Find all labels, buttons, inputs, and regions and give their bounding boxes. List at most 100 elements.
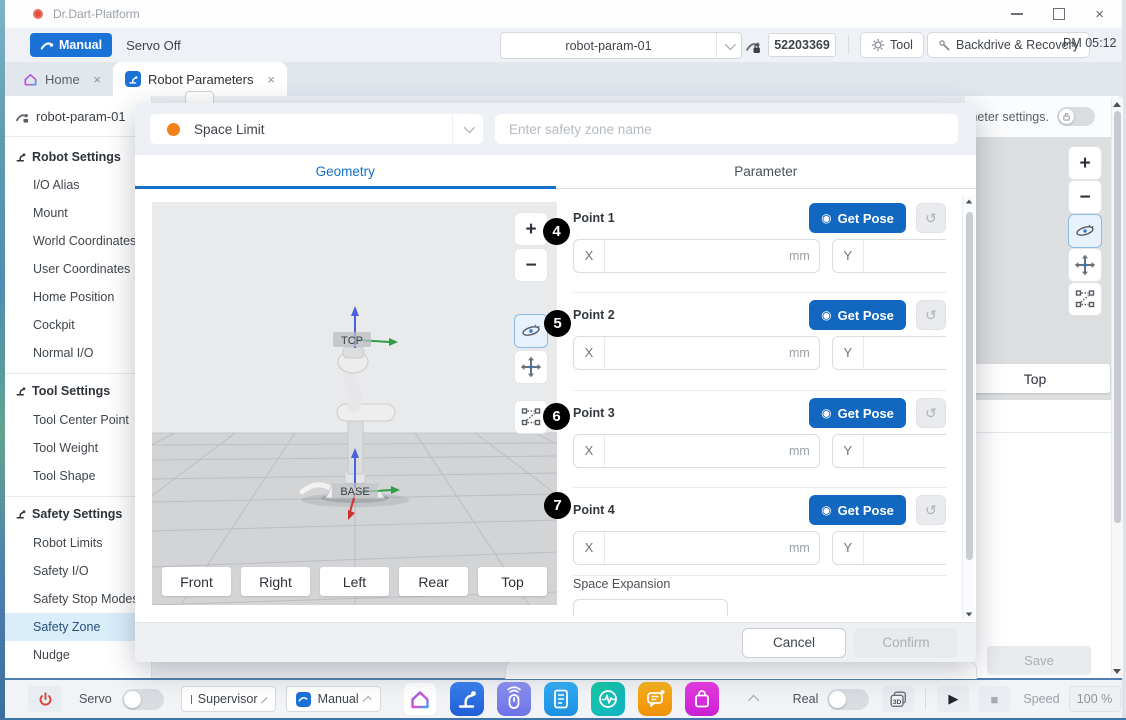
pan-view-button[interactable] xyxy=(1068,248,1102,282)
point-3-y-input[interactable] xyxy=(864,444,946,459)
cancel-button[interactable]: Cancel xyxy=(742,628,846,658)
sidebar-item-home-position[interactable]: Home Position xyxy=(5,283,151,311)
measure-points-button[interactable] xyxy=(1068,282,1102,316)
sidebar-item-tool-weight[interactable]: Tool Weight xyxy=(5,434,151,462)
point-2-reset-button[interactable]: ↺ xyxy=(916,300,946,330)
clock-text: PM 05:12 xyxy=(1063,36,1117,50)
safety-zone-name-input[interactable] xyxy=(495,114,958,144)
close-icon[interactable]: × xyxy=(267,72,275,87)
settings-lock-toggle[interactable] xyxy=(1057,107,1095,126)
tab-home[interactable]: Home × xyxy=(11,62,113,96)
robot-serial-number: 52203369 xyxy=(768,33,836,57)
target-icon: ◉ xyxy=(821,503,831,517)
sidebar-item-cockpit[interactable]: Cockpit xyxy=(5,311,151,339)
close-button[interactable]: × xyxy=(1095,7,1104,22)
maximize-button[interactable] xyxy=(1053,8,1065,20)
point-2-get-pose-button[interactable]: ◉Get Pose xyxy=(809,300,906,330)
tool-button[interactable]: Tool xyxy=(860,32,924,58)
sidebar-item-tool-shape[interactable]: Tool Shape xyxy=(5,462,151,490)
view-top-button[interactable]: Top xyxy=(478,567,547,596)
robot-param-select[interactable]: robot-param-01 xyxy=(500,32,742,59)
dock-monitoring-icon[interactable] xyxy=(591,682,625,716)
view-left-button[interactable]: Left xyxy=(320,567,389,596)
servo-power-button[interactable] xyxy=(28,686,62,712)
dock-log-icon[interactable] xyxy=(638,682,672,716)
point-1-x-input[interactable] xyxy=(605,249,789,264)
sidebar-item-nudge[interactable]: Nudge xyxy=(5,641,151,669)
close-icon[interactable]: × xyxy=(93,72,101,87)
point-1-get-pose-button[interactable]: ◉Get Pose xyxy=(809,203,906,233)
sidebar-item-user-coordinates[interactable]: User Coordinates xyxy=(5,255,151,283)
sidebar-item-mount[interactable]: Mount xyxy=(5,199,151,227)
scrollbar-thumb[interactable] xyxy=(1114,111,1121,523)
scroll-down-icon[interactable] xyxy=(1113,669,1121,674)
zoom-out-button[interactable]: − xyxy=(1068,180,1102,214)
robot-arm-icon xyxy=(15,109,30,124)
manual-mode-button[interactable]: Manual xyxy=(30,33,112,57)
background-view-top-button[interactable]: Top xyxy=(960,364,1110,393)
speed-value[interactable]: 100 % xyxy=(1069,686,1121,712)
play-button[interactable]: ▶ xyxy=(937,686,969,712)
dock-jog-icon[interactable] xyxy=(497,682,531,716)
point-2-x-input[interactable] xyxy=(605,346,789,361)
pan-view-button[interactable] xyxy=(514,350,548,384)
tab-bar: Home × Robot Parameters × xyxy=(5,62,1122,96)
sidebar-item-safety-stop-modes[interactable]: Safety Stop Modes xyxy=(5,585,151,613)
robot-lock-icon xyxy=(745,37,762,54)
dock-robot-params-icon[interactable] xyxy=(450,682,484,716)
zoom-in-button[interactable]: + xyxy=(1068,146,1102,180)
save-button[interactable]: Save xyxy=(987,646,1091,675)
tab-geometry[interactable]: Geometry xyxy=(135,155,556,188)
mode-select[interactable]: Manual xyxy=(286,686,381,712)
view-front-button[interactable]: Front xyxy=(162,567,231,596)
point-4-x-input[interactable] xyxy=(605,541,789,556)
point-4-block: Point 4 ◉Get Pose ↺ Xmm Ymm Zmm xyxy=(573,487,946,565)
zone-type-select[interactable]: Space Limit xyxy=(150,114,483,144)
scroll-up-icon[interactable] xyxy=(1113,102,1121,107)
zoom-out-button[interactable]: − xyxy=(514,248,548,282)
point-1-reset-button[interactable]: ↺ xyxy=(916,203,946,233)
dock-store-icon[interactable] xyxy=(685,682,719,716)
modal-3d-viewport[interactable]: TCP BASE + − xyxy=(152,202,557,605)
sidebar-item-robot-limits[interactable]: Robot Limits xyxy=(5,529,151,557)
point-3-reset-button[interactable]: ↺ xyxy=(916,398,946,428)
point-3-x-input[interactable] xyxy=(605,444,789,459)
page-scrollbar[interactable] xyxy=(1111,98,1123,678)
point-2-y-input[interactable] xyxy=(864,346,946,361)
scroll-down-icon[interactable] xyxy=(966,613,972,617)
role-select[interactable]: Supervisor xyxy=(181,686,276,712)
point-4-y-input[interactable] xyxy=(864,541,946,556)
servo-status-text: Servo Off xyxy=(126,38,181,53)
scroll-up-icon[interactable] xyxy=(966,200,972,204)
dock-home-icon[interactable] xyxy=(403,682,437,716)
point-1-y-input[interactable] xyxy=(864,249,946,264)
sidebar-item-safety-zone[interactable]: Safety Zone xyxy=(5,613,151,641)
sidebar-item-normal-io[interactable]: Normal I/O xyxy=(5,339,151,367)
points-scrollbar[interactable] xyxy=(962,196,975,620)
sidebar-item-world-coordinates[interactable]: World Coordinates xyxy=(5,227,151,255)
rotate-view-button[interactable] xyxy=(514,314,548,348)
sidebar-item-io-alias[interactable]: I/O Alias xyxy=(5,171,151,199)
minimize-button[interactable] xyxy=(1011,13,1023,15)
dock-task-icon[interactable] xyxy=(544,682,578,716)
point-4-get-pose-button[interactable]: ◉Get Pose xyxy=(809,495,906,525)
space-expansion-input[interactable] xyxy=(573,599,728,616)
view-rear-button[interactable]: Rear xyxy=(399,567,468,596)
space-expansion-label: Space Expansion xyxy=(573,577,670,591)
chevron-up-icon xyxy=(260,697,266,703)
point-4-reset-button[interactable]: ↺ xyxy=(916,495,946,525)
servo-toggle[interactable] xyxy=(122,689,164,710)
3d-view-button[interactable]: 3D xyxy=(882,686,914,712)
real-mode-toggle[interactable] xyxy=(827,689,869,710)
sidebar-section-robot-settings: Robot Settings xyxy=(5,143,151,171)
tab-parameter[interactable]: Parameter xyxy=(556,155,977,188)
dock-expand-icon[interactable] xyxy=(748,695,759,706)
scrollbar-thumb[interactable] xyxy=(966,212,973,560)
point-3-get-pose-button[interactable]: ◉Get Pose xyxy=(809,398,906,428)
view-right-button[interactable]: Right xyxy=(241,567,310,596)
orbit-icon xyxy=(520,320,542,342)
rotate-view-button[interactable] xyxy=(1068,214,1102,248)
sidebar-item-tool-center-point[interactable]: Tool Center Point xyxy=(5,406,151,434)
sidebar-item-safety-io[interactable]: Safety I/O xyxy=(5,557,151,585)
real-mode-label: Real xyxy=(793,692,819,706)
